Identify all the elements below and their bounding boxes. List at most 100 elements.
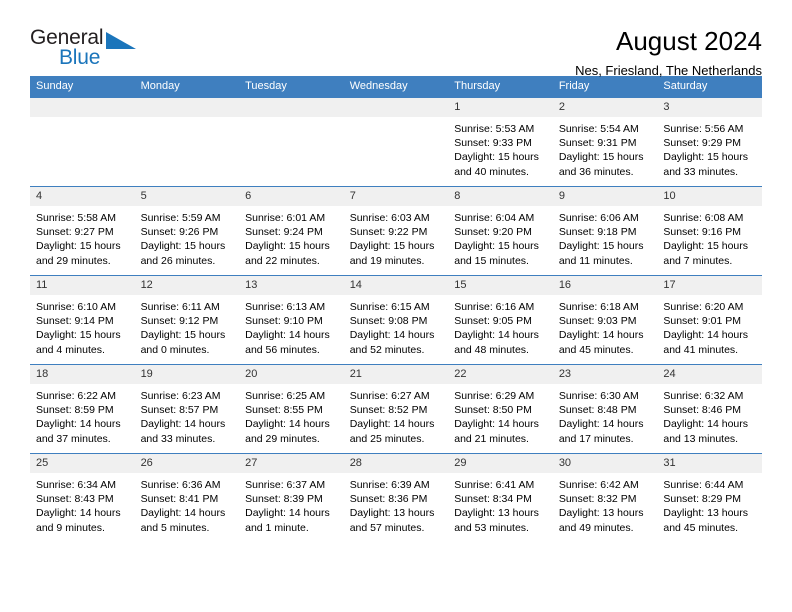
calendar-day-cell[interactable]: 14 Sunrise: 6:15 AM Sunset: 9:08 PM Dayligh…: [343, 275, 449, 365]
day-number: 17: [657, 276, 762, 295]
daylight-text-line1: Daylight: 15 hours: [349, 240, 435, 253]
calendar-day-cell[interactable]: 24 Sunrise: 6:32 AM Sunset: 8:46 PM Dayligh…: [657, 364, 762, 454]
calendar-day-cell[interactable]: 26 Sunrise: 6:36 AM Sunset: 8:41 PM Dayligh…: [134, 453, 240, 543]
sunrise-text: Sunrise: 6:27 AM: [349, 390, 430, 402]
calendar-day-cell[interactable]: 30 Sunrise: 6:42 AM Sunset: 8:32 PM Dayligh…: [552, 453, 658, 543]
calendar-day-cell[interactable]: 31 Sunrise: 6:44 AM Sunset: 8:29 PM Dayligh…: [657, 453, 762, 543]
day-number: 16: [552, 276, 658, 295]
sunset-text: Sunset: 9:27 PM: [36, 226, 114, 239]
daylight-text-line2: and 33 minutes.: [663, 165, 739, 178]
calendar-week-row: 25 Sunrise: 6:34 AM Sunset: 8:43 PM Dayligh…: [30, 453, 762, 543]
day-number: 8: [448, 187, 553, 206]
day-number: [343, 98, 449, 117]
daylight-text-line1: Daylight: 13 hours: [454, 507, 539, 520]
calendar-week-row: 18 Sunrise: 6:22 AM Sunset: 8:59 PM Dayligh…: [30, 364, 762, 454]
day-details: Sunrise: 6:36 AM Sunset: 8:41 PM Daylight:…: [135, 473, 240, 535]
daylight-text-line2: and 9 minutes.: [36, 521, 105, 534]
sunset-text: Sunset: 8:57 PM: [140, 404, 219, 417]
triangle-flag-icon: [106, 32, 136, 49]
daylight-text-line2: and 4 minutes.: [36, 343, 105, 356]
calendar-day-cell[interactable]: 9 Sunrise: 6:06 AM Sunset: 9:18 PM Daylight…: [552, 186, 658, 276]
day-number: [239, 98, 344, 117]
weekday-header-thursday: Thursday: [448, 76, 553, 98]
calendar-day-cell[interactable]: 20 Sunrise: 6:25 AM Sunset: 8:55 PM Dayligh…: [239, 364, 344, 454]
sunrise-text: Sunrise: 6:11 AM: [140, 301, 220, 313]
day-number: 18: [30, 365, 135, 384]
sunrise-text: Sunrise: 6:29 AM: [454, 390, 535, 402]
sunset-text: Sunset: 9:16 PM: [663, 226, 742, 239]
calendar-day-cell[interactable]: 8 Sunrise: 6:04 AM Sunset: 9:20 PM Daylight…: [448, 186, 553, 276]
calendar-day-cell[interactable]: 15 Sunrise: 6:16 AM Sunset: 9:05 PM Dayligh…: [448, 275, 553, 365]
calendar-day-cell[interactable]: 28 Sunrise: 6:39 AM Sunset: 8:36 PM Dayligh…: [343, 453, 449, 543]
calendar-day-cell[interactable]: 4 Sunrise: 5:58 AM Sunset: 9:27 PM Daylight…: [30, 186, 135, 276]
calendar-day-cell[interactable]: 25 Sunrise: 6:34 AM Sunset: 8:43 PM Dayligh…: [30, 453, 135, 543]
calendar-day-cell-empty: [343, 97, 449, 187]
daylight-text-line2: and 56 minutes.: [245, 343, 320, 356]
calendar-day-cell[interactable]: 21 Sunrise: 6:27 AM Sunset: 8:52 PM Dayligh…: [343, 364, 449, 454]
calendar-day-cell[interactable]: 16 Sunrise: 6:18 AM Sunset: 9:03 PM Dayligh…: [552, 275, 658, 365]
sunrise-text: Sunrise: 6:10 AM: [36, 301, 116, 313]
calendar-day-cell[interactable]: 3 Sunrise: 5:56 AM Sunset: 9:29 PM Daylight…: [657, 97, 762, 187]
day-number: 6: [239, 187, 344, 206]
day-number: [30, 98, 135, 117]
day-details: Sunrise: 6:32 AM Sunset: 8:46 PM Daylight:…: [657, 384, 762, 446]
daylight-text-line1: Daylight: 15 hours: [36, 240, 121, 253]
day-number: 5: [134, 187, 240, 206]
daylight-text-line2: and 53 minutes.: [454, 521, 529, 534]
calendar-day-cell[interactable]: 7 Sunrise: 6:03 AM Sunset: 9:22 PM Daylight…: [343, 186, 449, 276]
calendar-day-cell[interactable]: 23 Sunrise: 6:30 AM Sunset: 8:48 PM Dayligh…: [552, 364, 658, 454]
day-number: 10: [657, 187, 762, 206]
daylight-text-line1: Daylight: 15 hours: [663, 151, 749, 164]
calendar-day-cell[interactable]: 13 Sunrise: 6:13 AM Sunset: 9:10 PM Dayligh…: [239, 275, 344, 365]
daylight-text-line2: and 5 minutes.: [140, 521, 210, 534]
sunset-text: Sunset: 8:41 PM: [140, 493, 219, 506]
sunrise-text: Sunrise: 6:06 AM: [558, 212, 639, 224]
sunrise-text: Sunrise: 6:39 AM: [349, 479, 430, 491]
daylight-text-line2: and 15 minutes.: [454, 254, 529, 267]
daylight-text-line1: Daylight: 14 hours: [349, 418, 435, 431]
sunset-text: Sunset: 9:22 PM: [349, 226, 428, 239]
calendar-day-cell[interactable]: 27 Sunrise: 6:37 AM Sunset: 8:39 PM Dayligh…: [239, 453, 344, 543]
daylight-text-line1: Daylight: 14 hours: [454, 329, 539, 342]
calendar-day-cell[interactable]: 12 Sunrise: 6:11 AM Sunset: 9:12 PM Dayligh…: [134, 275, 240, 365]
sunrise-text: Sunrise: 6:08 AM: [663, 212, 744, 224]
sunset-text: Sunset: 9:03 PM: [558, 315, 637, 328]
calendar-day-cell[interactable]: 10 Sunrise: 6:08 AM Sunset: 9:16 PM Dayligh…: [657, 186, 762, 276]
calendar-day-cell[interactable]: 17 Sunrise: 6:20 AM Sunset: 9:01 PM Dayligh…: [657, 275, 762, 365]
calendar-day-cell[interactable]: 22 Sunrise: 6:29 AM Sunset: 8:50 PM Dayligh…: [448, 364, 553, 454]
brand-logo[interactable]: General Blue: [30, 26, 145, 76]
calendar-day-cell[interactable]: 18 Sunrise: 6:22 AM Sunset: 8:59 PM Dayligh…: [30, 364, 135, 454]
sunrise-text: Sunrise: 6:20 AM: [663, 301, 744, 313]
sunrise-text: Sunrise: 6:23 AM: [140, 390, 221, 402]
calendar-day-cell[interactable]: 29 Sunrise: 6:41 AM Sunset: 8:34 PM Dayligh…: [448, 453, 553, 543]
day-details: Sunrise: 6:13 AM Sunset: 9:10 PM Daylight:…: [239, 295, 344, 357]
day-number: 3: [657, 98, 762, 117]
daylight-text-line2: and 37 minutes.: [36, 432, 111, 445]
calendar-day-cell[interactable]: 1 Sunrise: 5:53 AM Sunset: 9:33 PM Daylight…: [448, 97, 553, 187]
day-details: Sunrise: 6:27 AM Sunset: 8:52 PM Daylight:…: [344, 384, 449, 446]
sunrise-text: Sunrise: 6:32 AM: [663, 390, 744, 402]
calendar-day-cell[interactable]: 19 Sunrise: 6:23 AM Sunset: 8:57 PM Dayligh…: [134, 364, 240, 454]
daylight-text-line2: and 1 minute.: [245, 521, 309, 534]
sunrise-text: Sunrise: 5:56 AM: [663, 123, 744, 135]
sunrise-text: Sunrise: 6:37 AM: [245, 479, 326, 491]
sunset-text: Sunset: 9:20 PM: [454, 226, 532, 239]
calendar-day-cell[interactable]: 2 Sunrise: 5:54 AM Sunset: 9:31 PM Daylight…: [552, 97, 658, 187]
day-number: 4: [30, 187, 135, 206]
calendar-day-cell[interactable]: 5 Sunrise: 5:59 AM Sunset: 9:26 PM Daylight…: [134, 186, 240, 276]
calendar-day-cell[interactable]: 6 Sunrise: 6:01 AM Sunset: 9:24 PM Daylight…: [239, 186, 344, 276]
daylight-text-line2: and 49 minutes.: [558, 521, 634, 534]
day-number: 21: [343, 365, 449, 384]
daylight-text-line2: and 33 minutes.: [140, 432, 216, 445]
daylight-text-line2: and 45 minutes.: [663, 521, 739, 534]
sunset-text: Sunset: 9:01 PM: [663, 315, 742, 328]
weekday-header-tuesday: Tuesday: [239, 76, 344, 98]
day-details: Sunrise: 6:37 AM Sunset: 8:39 PM Daylight:…: [239, 473, 344, 535]
daylight-text-line2: and 26 minutes.: [140, 254, 216, 267]
day-details: Sunrise: 5:59 AM Sunset: 9:26 PM Daylight:…: [135, 206, 240, 268]
calendar-day-cell[interactable]: 11 Sunrise: 6:10 AM Sunset: 9:14 PM Dayligh…: [30, 275, 135, 365]
day-details: Sunrise: 5:58 AM Sunset: 9:27 PM Daylight:…: [30, 206, 135, 268]
sunset-text: Sunset: 9:24 PM: [245, 226, 323, 239]
calendar-day-cell-empty: [30, 97, 135, 187]
sunrise-text: Sunrise: 6:42 AM: [558, 479, 639, 491]
